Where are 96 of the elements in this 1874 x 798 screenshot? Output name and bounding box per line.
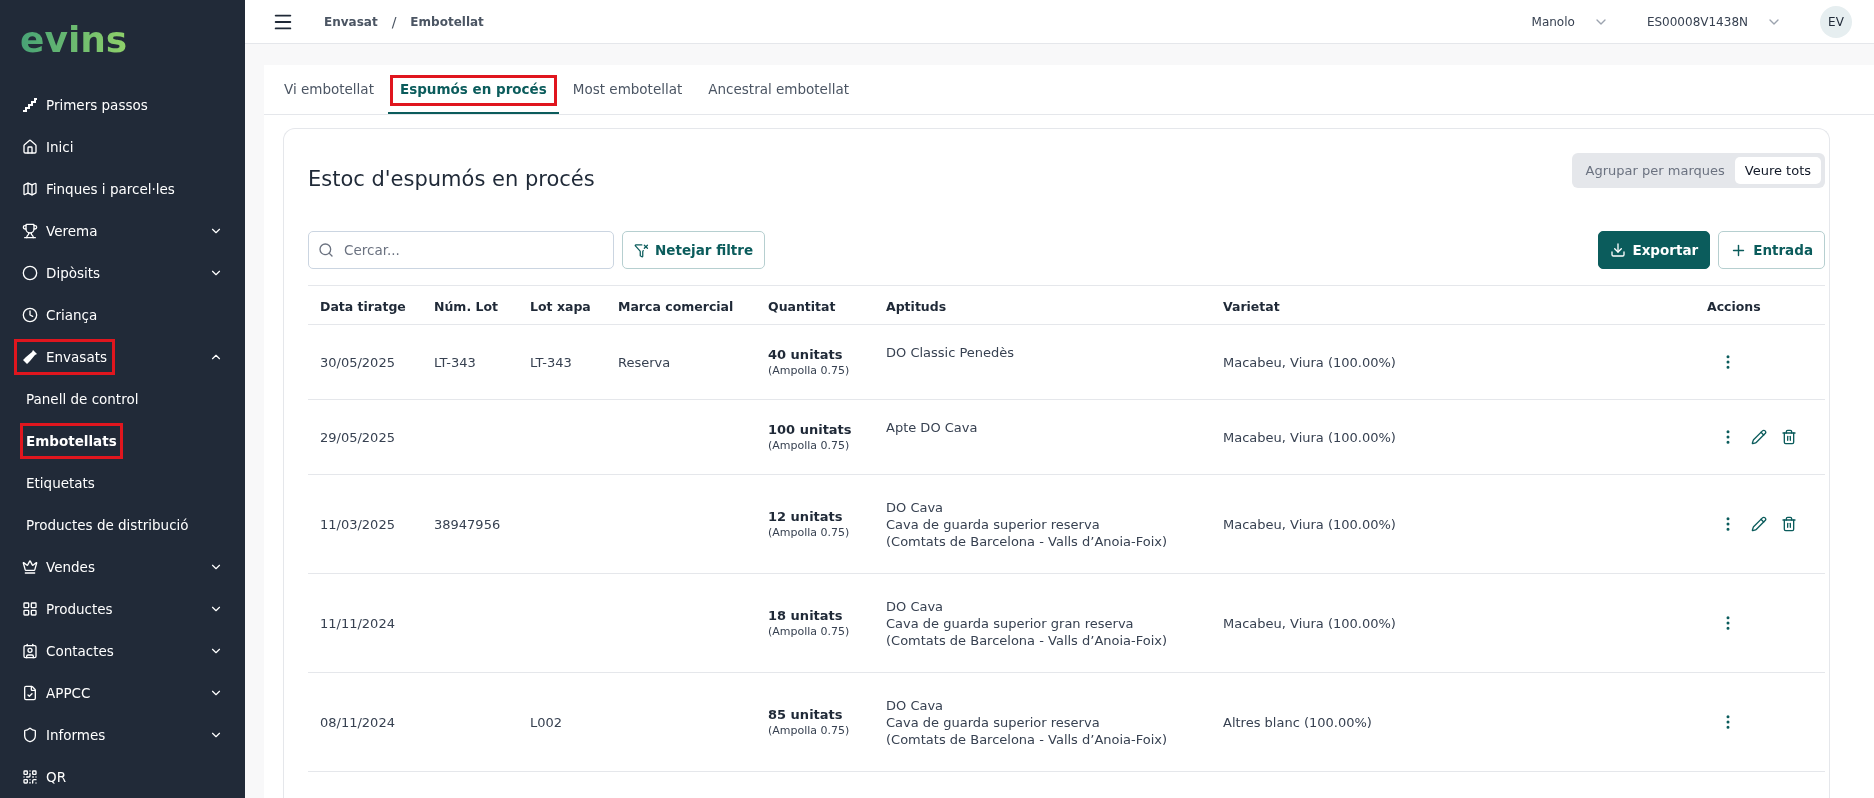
- user-selector[interactable]: Manolo: [1531, 13, 1609, 30]
- sidebar-item[interactable]: Inici: [14, 129, 82, 165]
- sidebar-subitem[interactable]: Etiquetats: [20, 465, 101, 501]
- sidebar-subitem[interactable]: Productes de distribució: [20, 507, 195, 543]
- aptitude-text: Cava de guarda superior reserva: [886, 516, 1101, 532]
- table-cell-text: 29/05/2025: [320, 429, 396, 445]
- package-type: (Ampolla 0.75): [768, 439, 851, 452]
- table-cell-text: 08/11/2024: [320, 714, 396, 730]
- table-cell-text: Altres blanc (100.00%): [1223, 714, 1373, 730]
- table-cell-text: LT-343: [434, 354, 477, 370]
- sidebar-item[interactable]: Finques i parcel·les: [14, 171, 183, 207]
- search-field[interactable]: Cercar...: [308, 231, 614, 269]
- sidebar-item[interactable]: Criança: [14, 297, 106, 333]
- quantity: 12 unitats: [768, 509, 844, 524]
- sidebar-item[interactable]: Verema: [14, 213, 106, 249]
- qr-code-icon: [22, 769, 38, 785]
- column-header: Núm. Lot: [422, 286, 518, 325]
- table-cell-text: Macabeu, Viura (100.00%): [1223, 615, 1397, 631]
- sidebar-item[interactable]: Envasats: [14, 339, 115, 375]
- table-cell-text: LT-343: [530, 354, 573, 370]
- table-cell-text: Macabeu, Viura (100.00%): [1223, 516, 1397, 532]
- package-type: (Ampolla 0.75): [768, 364, 851, 377]
- delete-icon[interactable]: [1781, 516, 1797, 532]
- trophy-icon: [22, 223, 38, 239]
- edit-icon[interactable]: [1751, 516, 1767, 532]
- download-icon: [1610, 242, 1627, 258]
- aptitude-text: DO Cava: [886, 499, 945, 515]
- quantity: 85 unitats: [768, 707, 844, 722]
- table-cell-text: L002: [530, 714, 564, 730]
- table-cell-text: 30/05/2025: [320, 354, 396, 370]
- aptitude-text: DO Classic Penedès: [886, 345, 1016, 360]
- account-selector[interactable]: ES00008V1438N: [1646, 13, 1782, 30]
- contact-card-icon: [22, 643, 38, 659]
- edit-icon[interactable]: [1751, 429, 1767, 445]
- aptitude-text: (Comtats de Barcelona - Valls d’Anoia-Foix): [886, 731, 1169, 747]
- column-header: Data tiratge: [308, 286, 422, 325]
- tab[interactable]: Espumós en procés: [387, 65, 559, 114]
- column-header: Lot xapa: [518, 286, 606, 325]
- aptitude-text: (Comtats de Barcelona - Valls d’Anoia-Foix): [886, 632, 1169, 648]
- sidebar-item[interactable]: Informes: [14, 717, 114, 753]
- tab[interactable]: Vi embotellat: [272, 65, 386, 114]
- table-cell-text: 11/03/2025: [320, 516, 396, 532]
- package-type: (Ampolla 0.75): [768, 526, 851, 539]
- circle-icon: [22, 265, 38, 281]
- sidebar-subitem[interactable]: Panell de control: [20, 381, 145, 417]
- stairs-icon: [22, 97, 38, 113]
- aptitude-text: (Comtats de Barcelona - Valls d’Anoia-Foix): [886, 533, 1169, 549]
- grid-icon: [22, 601, 38, 617]
- column-header: Varietat: [1211, 286, 1693, 325]
- filter-off-icon: [634, 242, 649, 258]
- table-cell-text: 11/11/2024: [320, 615, 396, 631]
- package-type: (Ampolla 0.75): [768, 724, 851, 737]
- breadcrumb-item[interactable]: Envasat: [324, 14, 378, 29]
- column-header: Accions: [1693, 286, 1825, 325]
- column-header: Quantitat: [756, 286, 874, 325]
- breadcrumb-item[interactable]: Embotellat: [410, 14, 484, 29]
- home-icon: [22, 139, 38, 155]
- table-cell-text: Macabeu, Viura (100.00%): [1223, 429, 1397, 445]
- sidebar-item[interactable]: Vendes: [14, 549, 103, 585]
- quantity: 100 unitats: [768, 422, 853, 437]
- sidebar-item[interactable]: APPCC: [14, 675, 99, 711]
- table-cell-text: Reserva: [618, 354, 672, 370]
- export-button[interactable]: Exportar: [1598, 231, 1711, 269]
- column-header: Marca comercial: [606, 286, 756, 325]
- aptitude-text: Cava de guarda superior reserva: [886, 714, 1101, 730]
- sidebar-item[interactable]: QR: [14, 759, 74, 795]
- sidebar-item[interactable]: Productes: [14, 591, 121, 627]
- quantity: 18 unitats: [768, 608, 844, 623]
- delete-icon[interactable]: [1781, 429, 1797, 445]
- map-icon: [22, 181, 38, 197]
- shield-icon: [22, 727, 38, 743]
- breadcrumb-separator: /: [391, 13, 397, 30]
- toggle-option[interactable]: Veure tots: [1734, 156, 1821, 184]
- add-button[interactable]: Entrada: [1718, 231, 1825, 269]
- sidebar-item[interactable]: Contactes: [14, 633, 122, 669]
- column-header: Aptituds: [874, 286, 1211, 325]
- sidebar-item[interactable]: Primers passos: [14, 87, 156, 123]
- card-title: Estoc d'espumós en procés: [308, 167, 595, 191]
- quantity: 40 unitats: [768, 347, 844, 362]
- table-cell-text: Macabeu, Viura (100.00%): [1223, 354, 1397, 370]
- table-cell-text: 38947956: [434, 516, 502, 532]
- clock-icon: [22, 307, 38, 323]
- tab[interactable]: Ancestral embotellat: [696, 65, 861, 114]
- crown-icon: [22, 559, 38, 575]
- aptitude-text: Apte DO Cava: [886, 420, 979, 435]
- document-check-icon: [22, 685, 38, 701]
- clear-filter-button[interactable]: Netejar filtre: [622, 231, 766, 269]
- tab[interactable]: Most embotellat: [560, 65, 695, 114]
- aptitude-text: Cava de guarda superior gran reserva: [886, 615, 1135, 631]
- package-type: (Ampolla 0.75): [768, 625, 851, 638]
- sidebar-item[interactable]: Dipòsits: [14, 255, 109, 291]
- aptitude-text: DO Cava: [886, 598, 945, 614]
- avatar[interactable]: EV: [1820, 5, 1852, 38]
- sidebar-subitem[interactable]: Embotellats: [20, 423, 123, 459]
- toggle-option[interactable]: Agrupar per marques: [1575, 156, 1735, 184]
- aptitude-text: DO Cava: [886, 697, 945, 713]
